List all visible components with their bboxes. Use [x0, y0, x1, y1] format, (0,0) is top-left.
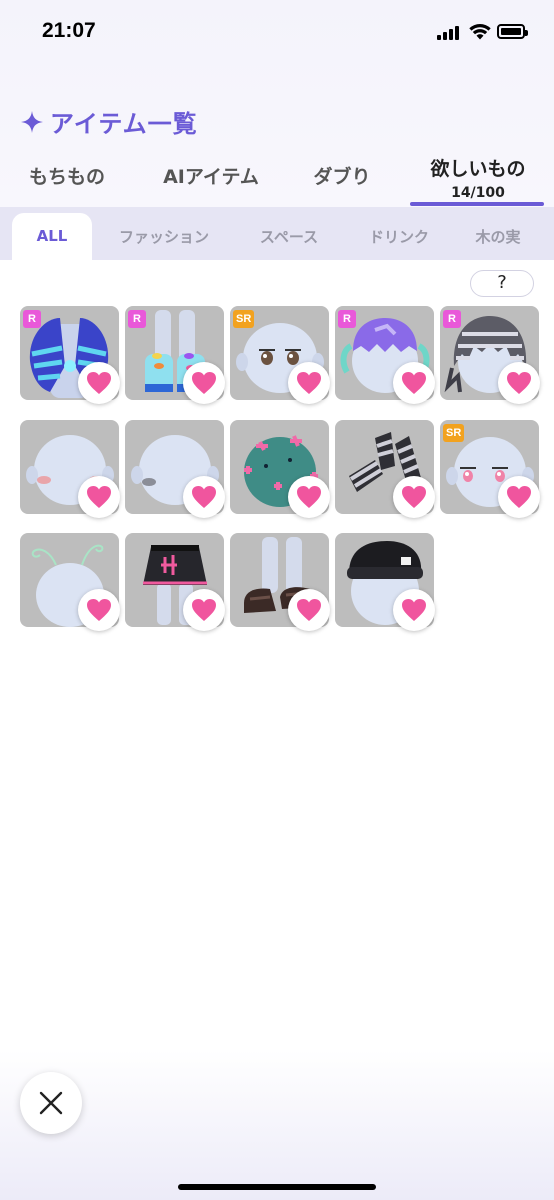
- item-card-face-eyes[interactable]: SR: [230, 306, 330, 404]
- wishlist-heart-button[interactable]: [288, 589, 330, 631]
- item-card-aquarium-boots[interactable]: R: [125, 306, 225, 404]
- bottom-fade: [0, 1050, 554, 1200]
- item-card-shadow-face[interactable]: [125, 420, 225, 518]
- heart-icon: [402, 599, 426, 621]
- heart-icon: [87, 486, 111, 508]
- wishlist-count: 14/100: [451, 185, 505, 201]
- active-tab-indicator: [410, 202, 544, 206]
- subtab-nuts[interactable]: 木の実: [466, 207, 530, 260]
- heart-icon: [297, 372, 321, 394]
- item-card-loafers[interactable]: [230, 533, 330, 631]
- wishlist-heart-button[interactable]: [78, 362, 120, 404]
- heart-icon: [402, 486, 426, 508]
- battery-icon: [497, 24, 528, 39]
- rarity-badge: R: [443, 310, 461, 328]
- help-button[interactable]: ?: [470, 270, 534, 297]
- home-indicator[interactable]: [178, 1184, 376, 1190]
- subtab-all[interactable]: ALL: [12, 213, 92, 260]
- item-card-striped-gloves[interactable]: [335, 420, 435, 518]
- subtab-drink[interactable]: ドリンク: [358, 207, 440, 260]
- status-time: 21:07: [42, 19, 96, 42]
- heart-icon: [87, 599, 111, 621]
- tab-duplicates[interactable]: ダブり: [310, 162, 374, 189]
- wishlist-heart-button[interactable]: [288, 476, 330, 518]
- subtab-fashion[interactable]: ファッション: [108, 207, 220, 260]
- rarity-badge: SR: [233, 310, 255, 328]
- wishlist-heart-button[interactable]: [288, 362, 330, 404]
- wishlist-heart-button[interactable]: [78, 476, 120, 518]
- wishlist-heart-button[interactable]: [393, 362, 435, 404]
- heart-icon: [192, 486, 216, 508]
- item-card-black-beanie[interactable]: [335, 533, 435, 631]
- wishlist-heart-button[interactable]: [393, 589, 435, 631]
- wishlist-heart-button[interactable]: [183, 362, 225, 404]
- heart-icon: [297, 486, 321, 508]
- item-card-antenna[interactable]: [20, 533, 120, 631]
- heart-icon: [87, 372, 111, 394]
- heart-icon: [192, 599, 216, 621]
- item-card-spiky-helmet[interactable]: [230, 420, 330, 518]
- category-tabs: ALL ファッション スペース ドリンク 木の実: [0, 207, 554, 260]
- tab-wishlist[interactable]: 欲しいもの 14/100: [418, 154, 538, 201]
- rarity-badge: R: [23, 310, 41, 328]
- heart-icon: [192, 372, 216, 394]
- tab-ai-items[interactable]: AIアイテム: [156, 162, 266, 189]
- item-card-black-skirt[interactable]: [125, 533, 225, 631]
- wishlist-heart-button[interactable]: [183, 589, 225, 631]
- status-bar: 21:07: [0, 0, 554, 66]
- item-card-striped-jacket[interactable]: R: [20, 306, 120, 404]
- item-card-pink-eyes[interactable]: SR: [440, 420, 540, 518]
- close-button[interactable]: [20, 1072, 82, 1134]
- item-card-silver-hair[interactable]: R: [440, 306, 540, 404]
- item-card-blush-face[interactable]: [20, 420, 120, 518]
- cellular-signal-icon: [437, 26, 463, 40]
- wifi-icon: [469, 24, 491, 40]
- heart-icon: [507, 372, 531, 394]
- page-title: アイテム一覧: [20, 104, 198, 139]
- rarity-badge: R: [338, 310, 356, 328]
- tab-owned[interactable]: もちもの: [26, 162, 108, 189]
- rarity-badge: SR: [443, 424, 465, 442]
- wishlist-heart-button[interactable]: [78, 589, 120, 631]
- wishlist-heart-button[interactable]: [498, 476, 540, 518]
- subtab-space[interactable]: スペース: [248, 207, 330, 260]
- tab-wishlist-label: 欲しいもの: [430, 158, 526, 180]
- wishlist-heart-button[interactable]: [183, 476, 225, 518]
- heart-icon: [507, 486, 531, 508]
- wishlist-heart-button[interactable]: [393, 476, 435, 518]
- item-card-purple-hair[interactable]: R: [335, 306, 435, 404]
- rarity-badge: R: [128, 310, 146, 328]
- sparkle-icon: [21, 110, 43, 133]
- heart-icon: [297, 599, 321, 621]
- close-icon: [39, 1091, 63, 1115]
- page-title-text: アイテム一覧: [50, 110, 198, 138]
- wishlist-heart-button[interactable]: [498, 362, 540, 404]
- heart-icon: [402, 372, 426, 394]
- main-tabs: もちもの AIアイテム ダブり 欲しいもの 14/100: [0, 150, 554, 206]
